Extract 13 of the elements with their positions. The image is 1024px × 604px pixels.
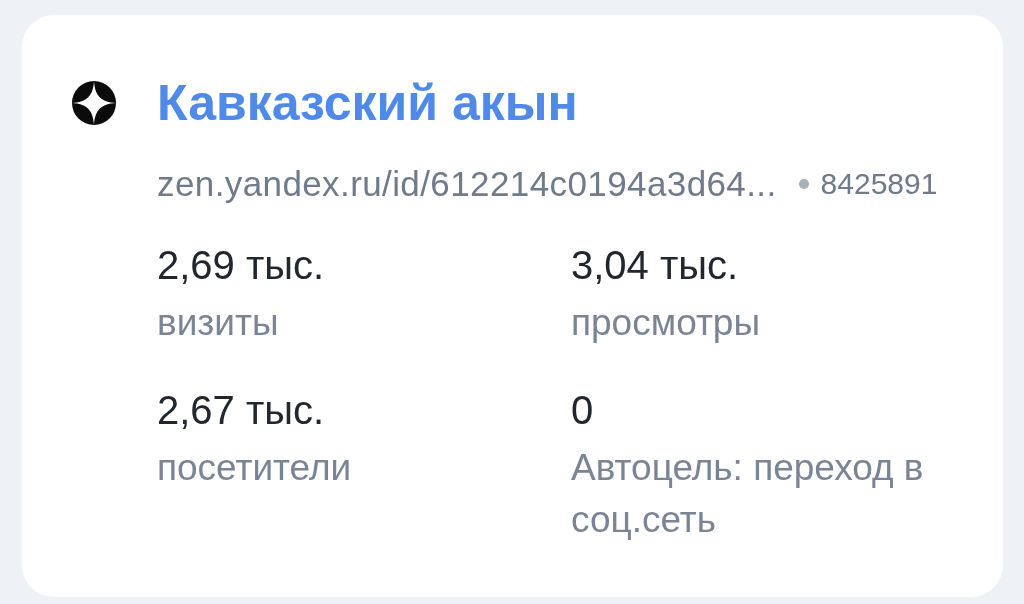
metric-label: визиты: [157, 301, 280, 345]
metric-label: просмотры: [571, 301, 761, 345]
metric-value: 2,69 тыс.: [157, 245, 325, 285]
sparkle-logo-icon: [72, 81, 116, 125]
metric-value: 2,67 тыс.: [157, 390, 325, 430]
dot-icon: [798, 179, 809, 189]
site-url-text: zen.yandex.ru/id/612214c0194a3d64...: [157, 166, 777, 202]
metric-label: посетители: [157, 446, 353, 490]
counter-title-link[interactable]: Кавказский акын: [157, 73, 578, 133]
metric-value: 3,04 тыс.: [571, 245, 739, 285]
metric-value: 0: [571, 390, 594, 430]
counter-id-text: 8425891: [820, 166, 938, 202]
metric-label: Автоцель: переход в соц.сеть: [571, 446, 925, 542]
